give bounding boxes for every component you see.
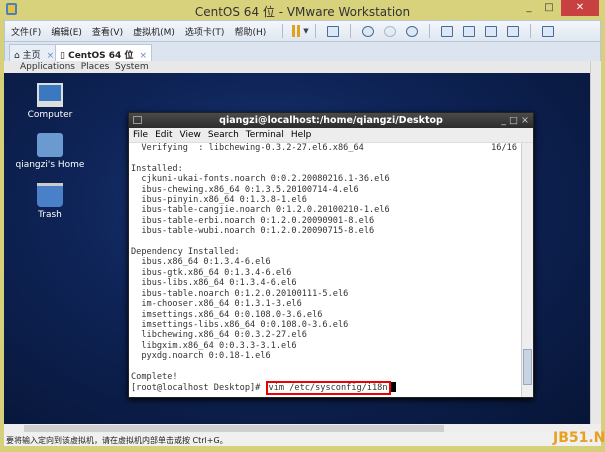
terminal-line: ibus-table-cangjie.noarch 0:1.2.0.201002… bbox=[131, 205, 390, 216]
terminal-line: ibus-chewing.x86_64 0:1.3.5.20100714-4.e… bbox=[131, 184, 359, 195]
terminal-line: ibus-libs.x86_64 0:1.3.4-6.el6 bbox=[131, 278, 297, 289]
terminal-menu-view[interactable]: View bbox=[180, 130, 201, 140]
desktop-icon-trash[interactable]: Trash bbox=[15, 183, 85, 220]
thumbnail-view-icon[interactable] bbox=[541, 25, 554, 37]
home-icon: ⌂ bbox=[14, 51, 23, 61]
fullscreen-icon[interactable] bbox=[484, 25, 497, 37]
terminal-line: cjkuni-ukai-fonts.noarch 0:0.2.20080216.… bbox=[131, 174, 390, 185]
terminal-line: imsettings-libs.x86_64 0:0.108.0-3.6.el6 bbox=[131, 319, 349, 330]
window-title: CentOS 64 位 - VMware Workstation bbox=[194, 5, 411, 19]
unity-icon[interactable] bbox=[506, 25, 519, 37]
send-ctrl-alt-del-icon[interactable] bbox=[326, 25, 339, 37]
terminal-line: Dependency Installed: bbox=[131, 247, 240, 258]
terminal-menu-bar: File Edit View Search Terminal Help bbox=[129, 128, 533, 143]
revert-snapshot-icon[interactable] bbox=[383, 25, 396, 37]
title-bar: CentOS 64 位 - VMware Workstation _ □ ✕ bbox=[0, 0, 605, 20]
menu-vm[interactable]: 虚拟机(M) bbox=[133, 25, 175, 38]
terminal-line: libchewing.x86_64 0:0.3.2-27.el6 bbox=[131, 330, 307, 341]
snapshot-manager-icon[interactable] bbox=[405, 25, 418, 37]
terminal-line: imsettings.x86_64 0:0.108.0-3.6.el6 bbox=[131, 309, 323, 320]
sidebar-view-icon[interactable] bbox=[440, 25, 453, 37]
terminal-line: Verifying : libchewing-0.3.2-27.el6.x86_… bbox=[131, 143, 364, 153]
status-bar: 要将输入定向到该虚拟机，请在虚拟机内部单击或按 Ctrl+G。 bbox=[4, 433, 601, 446]
menu-file[interactable]: 文件(F) bbox=[11, 25, 41, 38]
terminal-line: libgxim.x86_64 0:0.3.3-3.1.el6 bbox=[131, 340, 297, 351]
minimize-button[interactable]: _ bbox=[519, 2, 539, 13]
terminal-line: Installed: bbox=[131, 163, 183, 174]
status-text: 要将输入定向到该虚拟机，请在虚拟机内部单击或按 Ctrl+G。 bbox=[6, 436, 228, 445]
terminal-window[interactable]: qiangzi@localhost:/home/qiangzi/Desktop … bbox=[128, 112, 534, 398]
close-button[interactable]: ✕ bbox=[561, 0, 599, 16]
terminal-icon bbox=[133, 116, 142, 124]
terminal-menu-help[interactable]: Help bbox=[291, 130, 312, 140]
terminal-line: ibus-pinyin.x86_64 0:1.3.8-1.el6 bbox=[131, 195, 307, 206]
terminal-line: ibus-table-wubi.noarch 0:1.2.0.20090715-… bbox=[131, 226, 375, 237]
chevron-down-icon[interactable]: ▼ bbox=[303, 27, 308, 35]
tab-bar: ⌂ 主页 × ▯ CentOS 64 位 × bbox=[4, 42, 601, 61]
terminal-title-bar: qiangzi@localhost:/home/qiangzi/Desktop … bbox=[129, 113, 533, 128]
separator bbox=[349, 24, 351, 38]
icon-label: qiangzi's Home bbox=[15, 160, 85, 170]
terminal-line: ibus-table.noarch 0:1.2.0.20100111-5.el6 bbox=[131, 288, 349, 299]
pause-icon[interactable] bbox=[292, 25, 301, 37]
separator bbox=[529, 24, 531, 38]
terminal-line: pyxdg.noarch 0:0.18-1.el6 bbox=[131, 351, 271, 362]
icon-label: Computer bbox=[27, 110, 73, 120]
cursor bbox=[390, 382, 396, 393]
terminal-line: ibus-gtk.x86_64 0:1.3.4-6.el6 bbox=[131, 267, 292, 278]
tab-centos[interactable]: ▯ CentOS 64 位 × bbox=[55, 44, 152, 61]
horizontal-scrollbar[interactable] bbox=[4, 424, 601, 433]
console-view-icon[interactable] bbox=[462, 25, 475, 37]
terminal-menu-search[interactable]: Search bbox=[208, 130, 239, 140]
menu-view[interactable]: 查看(V) bbox=[92, 25, 123, 38]
maximize-button[interactable]: □ bbox=[539, 2, 559, 13]
gnome-top-panel[interactable]: Applications Places System bbox=[4, 61, 590, 73]
home-folder-icon bbox=[37, 133, 63, 157]
tab-home[interactable]: ⌂ 主页 × bbox=[9, 44, 60, 61]
snapshot-icon[interactable] bbox=[361, 25, 374, 37]
terminal-menu-edit[interactable]: Edit bbox=[155, 130, 172, 140]
menu-help[interactable]: 帮助(H) bbox=[234, 25, 266, 38]
menu-edit[interactable]: 编辑(E) bbox=[51, 25, 82, 38]
close-tab-icon[interactable]: × bbox=[47, 51, 55, 61]
trash-icon bbox=[37, 183, 63, 207]
terminal-output[interactable]: Verifying : libchewing-0.3.2-27.el6.x86_… bbox=[129, 143, 521, 397]
separator bbox=[428, 24, 430, 38]
icon-label: Trash bbox=[38, 210, 62, 220]
watermark: JB51.Net bbox=[553, 430, 605, 446]
command-input[interactable]: vim /etc/sysconfig/i18n bbox=[265, 381, 391, 396]
desktop-icon-computer[interactable]: Computer bbox=[15, 83, 85, 120]
tab-label: 主页 bbox=[22, 51, 41, 61]
prompt-line[interactable]: [root@localhost Desktop]# vim /etc/sysco… bbox=[131, 381, 519, 396]
vertical-scrollbar[interactable] bbox=[590, 61, 601, 424]
tab-label: CentOS 64 位 bbox=[68, 51, 134, 61]
terminal-line: ibus.x86_64 0:1.3.4-6.el6 bbox=[131, 257, 271, 268]
vm-icon: ▯ bbox=[60, 51, 69, 61]
separator bbox=[314, 24, 316, 38]
menu-bar: 文件(F) 编辑(E) 查看(V) 虚拟机(M) 选项卡(T) 帮助(H) ▼ bbox=[4, 20, 601, 42]
terminal-window-controls[interactable]: _ □ × bbox=[501, 113, 529, 128]
menu-tabs[interactable]: 选项卡(T) bbox=[185, 25, 225, 38]
computer-icon bbox=[37, 83, 63, 107]
close-tab-icon[interactable]: × bbox=[139, 51, 147, 61]
terminal-scrollbar[interactable] bbox=[521, 143, 533, 397]
prompt: [root@localhost Desktop]# bbox=[131, 383, 266, 394]
terminal-title: qiangzi@localhost:/home/qiangzi/Desktop bbox=[219, 115, 443, 126]
separator bbox=[282, 24, 284, 38]
desktop-icon-home[interactable]: qiangzi's Home bbox=[15, 133, 85, 170]
terminal-line: ibus-table-erbi.noarch 0:1.2.0.20090901-… bbox=[131, 215, 375, 226]
terminal-menu-terminal[interactable]: Terminal bbox=[246, 130, 284, 140]
terminal-line: im-chooser.x86_64 0:1.3.1-3.el6 bbox=[131, 299, 302, 310]
terminal-menu-file[interactable]: File bbox=[133, 130, 148, 140]
progress-count: 16/16 bbox=[491, 143, 517, 153]
